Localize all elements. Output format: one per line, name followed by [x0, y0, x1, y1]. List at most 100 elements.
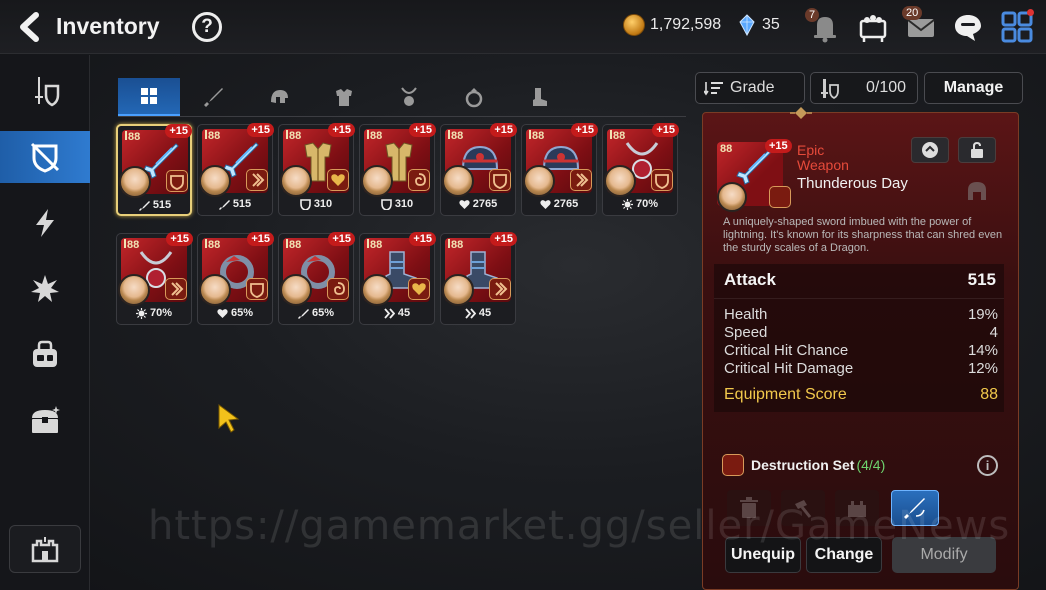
- avatar: [523, 165, 555, 197]
- back-arrow-icon[interactable]: [16, 11, 46, 43]
- speed-stat-icon: [384, 307, 395, 319]
- item-name: Thunderous Day: [797, 175, 908, 192]
- item-level: 88: [286, 239, 301, 251]
- mail-badge: 20: [902, 6, 923, 20]
- inventory-item[interactable]: 88 +15 70%: [116, 232, 193, 325]
- tab-all[interactable]: [118, 78, 180, 116]
- score-label: Equipment Score: [724, 386, 847, 403]
- plus-badge: +15: [409, 123, 436, 137]
- inventory-item[interactable]: 88 +15 65%: [197, 232, 274, 325]
- inventory-item[interactable]: 88 +15 2765: [440, 123, 517, 216]
- manage-button[interactable]: Manage: [924, 72, 1023, 104]
- swirl-set-icon: [327, 278, 349, 300]
- view-detail-button[interactable]: [911, 137, 949, 163]
- inventory-item[interactable]: 88 +15 45: [440, 232, 517, 325]
- grade-sort-button[interactable]: Grade: [695, 72, 805, 104]
- main-stat-value: 515: [967, 270, 996, 289]
- info-icon[interactable]: i: [977, 455, 998, 476]
- equip-hero-button[interactable]: [958, 176, 996, 206]
- avatar: [442, 165, 474, 197]
- item-level: 88: [286, 130, 301, 142]
- main-stat: 65%: [198, 304, 272, 322]
- shield-stat-icon: [381, 198, 392, 210]
- category-tabs: [118, 78, 686, 116]
- lock-button[interactable]: [958, 137, 996, 163]
- capacity-value: 0/100: [866, 79, 907, 96]
- speed-stat-icon: [465, 307, 476, 319]
- main-stat: 310: [279, 195, 353, 213]
- sidebar-bottom-button[interactable]: [9, 525, 81, 573]
- tab-armor[interactable]: [313, 78, 375, 116]
- main-stat: 70%: [117, 304, 191, 322]
- boots-icon: [533, 88, 547, 106]
- attack-set-icon: [489, 278, 511, 300]
- main-stat: 2765: [522, 195, 596, 213]
- sidebar-item-bag[interactable]: [0, 329, 90, 381]
- tab-boots[interactable]: [508, 78, 570, 116]
- attack-set-icon: [246, 169, 268, 191]
- sidebar: [0, 55, 90, 590]
- gear-capacity-icon: [821, 79, 839, 99]
- capacity-counter[interactable]: 0/100: [810, 72, 918, 104]
- destruction-set-icon: [722, 454, 744, 476]
- inventory-item[interactable]: 88 +15 45: [359, 232, 436, 325]
- main-stat: 45: [360, 304, 434, 322]
- swirl-set-icon: [408, 169, 430, 191]
- item-description: A uniquely-shaped sword imbued with the …: [723, 216, 1003, 254]
- tab-divider: [118, 116, 686, 117]
- sidebar-item-artifacts[interactable]: [0, 197, 90, 249]
- inventory-item[interactable]: 88 +15 310: [359, 123, 436, 216]
- item-level: 88: [367, 239, 382, 251]
- avatar: [717, 182, 747, 212]
- sidebar-item-materials[interactable]: [0, 263, 90, 315]
- sidebar-item-equipment[interactable]: [0, 65, 90, 117]
- inventory-item[interactable]: 88 +15 2765: [521, 123, 598, 216]
- divider: [714, 298, 1004, 299]
- set-bonus-row: Destruction Set (4/4): [722, 452, 1004, 478]
- detail-level: 88: [720, 143, 733, 155]
- group-icon[interactable]: [856, 10, 890, 44]
- item-level: 88: [124, 239, 139, 251]
- equipment-score-row: Equipment Score 88: [724, 386, 998, 404]
- plus-badge: +15: [166, 232, 193, 246]
- page-title: Inventory: [56, 13, 160, 39]
- sidebar-item-storage[interactable]: [0, 395, 90, 447]
- stat-value: 2765: [472, 198, 498, 210]
- gold-amount: 1,792,598: [650, 16, 722, 33]
- main-stat-row: Attack 515: [724, 270, 996, 290]
- stat-value: 515: [232, 198, 252, 210]
- inventory-item[interactable]: 88 +15 515: [116, 124, 192, 216]
- gold-counter[interactable]: 1,792,598: [623, 14, 721, 36]
- stat-value: 310: [313, 198, 333, 210]
- tab-necklace[interactable]: [378, 78, 440, 116]
- avatar: [361, 165, 393, 197]
- helmet-icon: [271, 90, 288, 103]
- grade-rarity: Epic: [797, 142, 825, 158]
- tab-helmet[interactable]: [248, 78, 310, 116]
- tab-ring[interactable]: [443, 78, 505, 116]
- item-grade: Epic Weapon: [797, 143, 849, 173]
- help-icon[interactable]: ?: [192, 12, 222, 42]
- stat-value: 45: [397, 307, 411, 319]
- main-stat: 310: [360, 195, 434, 213]
- main-stat: 515: [198, 195, 272, 213]
- score-value: 88: [980, 386, 998, 403]
- item-level: 88: [529, 130, 544, 142]
- destruction-set-icon: [489, 169, 511, 191]
- inventory-item[interactable]: 88 +15 70%: [602, 123, 679, 216]
- notice-badge: 7: [805, 8, 820, 22]
- inventory-item[interactable]: 88 +15 65%: [278, 232, 355, 325]
- gem-counter[interactable]: 35: [738, 14, 780, 36]
- sub-stat-value: 12%: [967, 360, 998, 377]
- heart-stat-icon: [459, 199, 470, 209]
- destruction-set-icon: [166, 170, 188, 192]
- chat-icon[interactable]: [951, 10, 985, 44]
- tab-weapon[interactable]: [183, 78, 245, 116]
- crit-stat-icon: [621, 198, 633, 210]
- inventory-item[interactable]: 88 +15 515: [197, 123, 274, 216]
- sidebar-item-gear[interactable]: [0, 131, 90, 183]
- inventory-item[interactable]: 88 +15 310: [278, 123, 355, 216]
- plus-badge: +15: [652, 123, 679, 137]
- attack-set-icon: [570, 169, 592, 191]
- sub-stat-label: Critical Hit Chance: [724, 342, 849, 359]
